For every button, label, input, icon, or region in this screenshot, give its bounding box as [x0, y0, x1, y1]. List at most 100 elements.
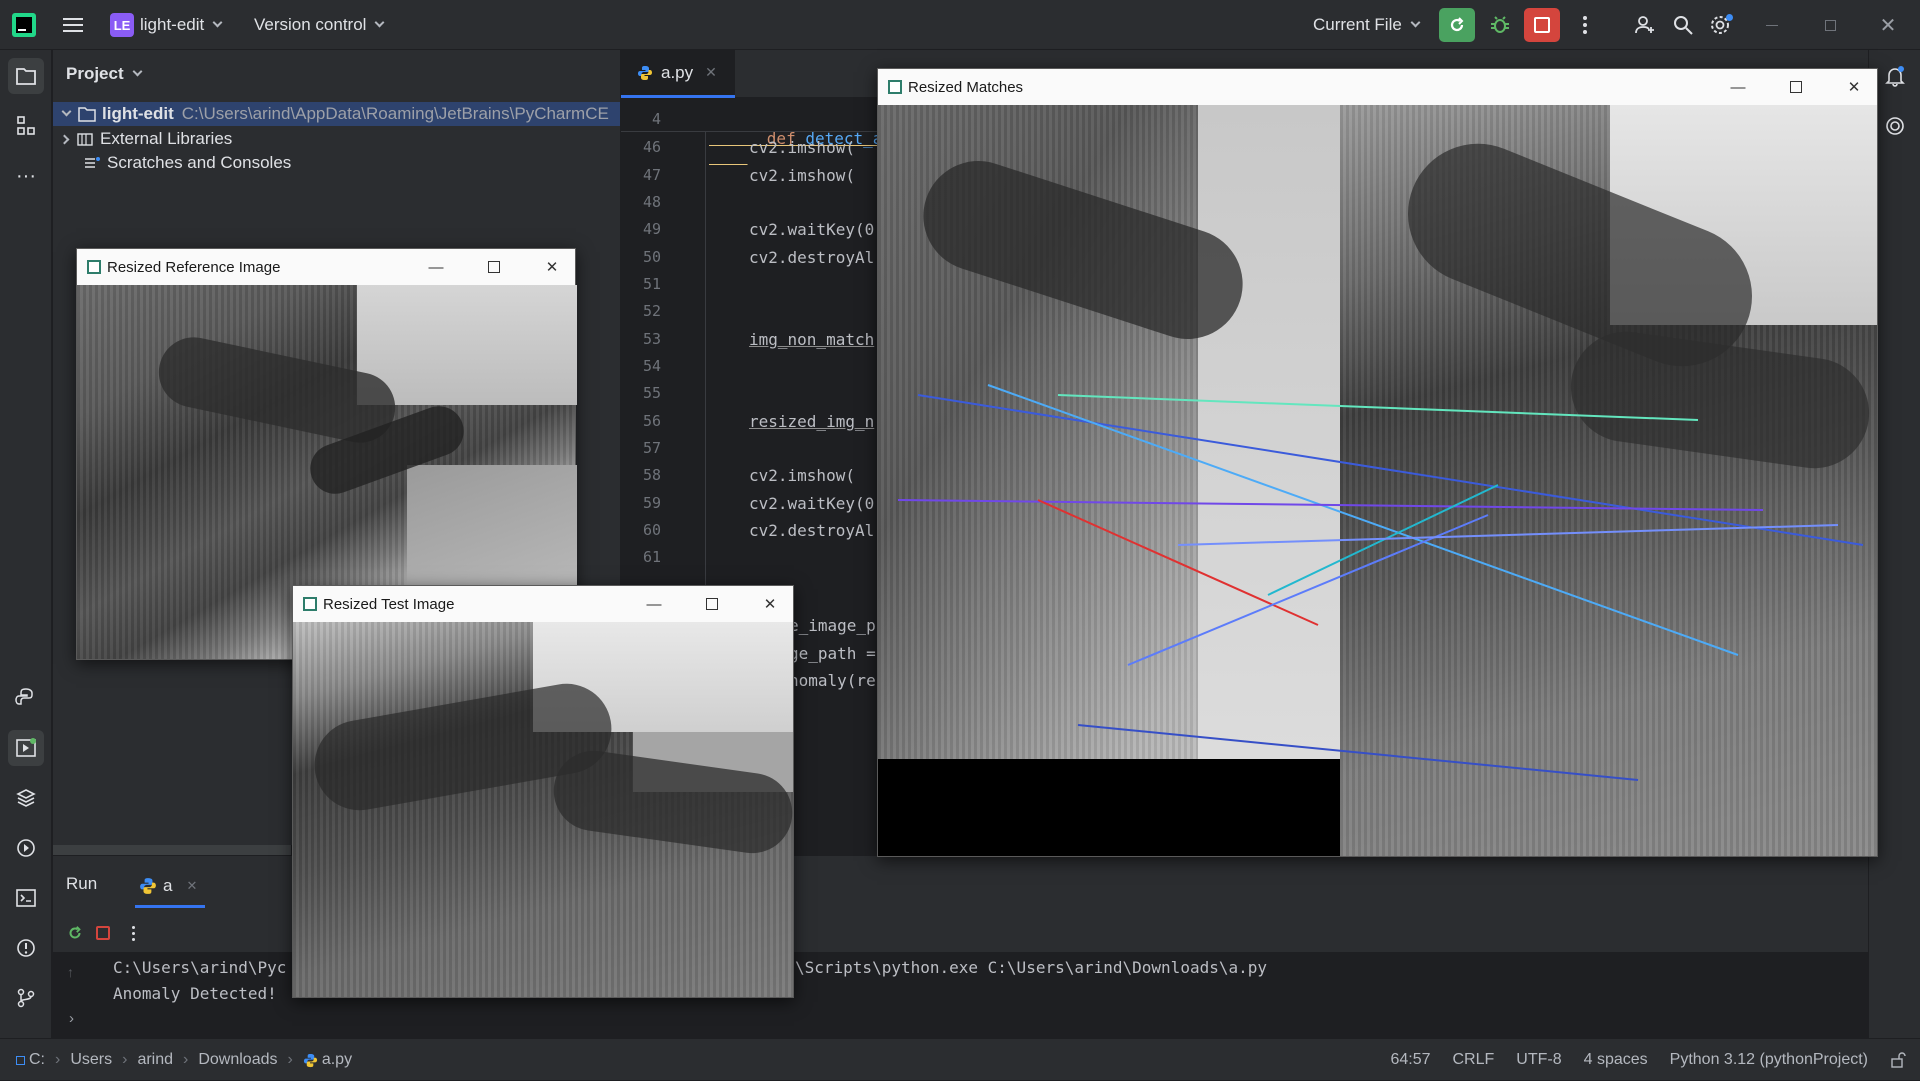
window-title-bar[interactable]: Resized Reference Image — ✕: [77, 249, 575, 285]
project-tool-icon[interactable]: [8, 58, 44, 94]
project-panel-title: Project: [66, 64, 124, 83]
pycharm-logo-icon[interactable]: [12, 13, 36, 37]
close-icon[interactable]: ✕: [747, 586, 793, 622]
tree-row-root[interactable]: light-edit C:\Users\arind\AppData\Roamin…: [53, 102, 620, 126]
structure-icon[interactable]: [8, 108, 44, 144]
run-config-label: Current File: [1313, 15, 1402, 34]
window-matches[interactable]: Resized Matches — ✕: [877, 68, 1878, 857]
run-tool-icon[interactable]: [8, 730, 44, 766]
run-config-selector[interactable]: Current File: [1313, 12, 1421, 38]
problems-icon[interactable]: [8, 930, 44, 966]
maximize-icon[interactable]: [1773, 69, 1819, 105]
minimize-icon[interactable]: —: [1715, 69, 1761, 105]
maximize-icon[interactable]: [471, 249, 517, 285]
minimize-icon[interactable]: —: [413, 249, 459, 285]
tree-root-path: C:\Users\arind\AppData\Roaming\JetBrains…: [181, 104, 609, 123]
run-tab-a[interactable]: a ✕: [135, 866, 205, 908]
python-file-icon: [638, 65, 652, 80]
editor-tab-a-py[interactable]: a.py ✕: [621, 50, 735, 98]
panel-splitter[interactable]: [53, 845, 291, 855]
breadcrumb-item[interactable]: C:: [29, 1051, 45, 1069]
window-title: Resized Reference Image: [107, 258, 281, 276]
rerun-run-icon[interactable]: [61, 919, 89, 947]
close-icon[interactable]: ✕: [1831, 69, 1877, 105]
chevron-right-icon: ›: [183, 1051, 189, 1068]
maximize-icon[interactable]: [689, 586, 735, 622]
layers-icon[interactable]: [8, 780, 44, 816]
breadcrumb-item[interactable]: a.py: [322, 1051, 352, 1069]
line-number: 61: [642, 548, 661, 566]
code-text: cv2.waitKey(0: [749, 220, 875, 239]
file-encoding[interactable]: UTF-8: [1516, 1051, 1561, 1069]
chevron-down-icon: [375, 17, 385, 28]
debug-button[interactable]: [1483, 8, 1517, 42]
breadcrumb-item[interactable]: Downloads: [198, 1051, 277, 1069]
run-more-icon[interactable]: [125, 919, 141, 947]
caret-position[interactable]: 64:57: [1390, 1051, 1430, 1069]
search-icon[interactable]: [1670, 12, 1696, 38]
scroll-up-icon[interactable]: ↑: [67, 964, 74, 980]
close-tab-icon[interactable]: ✕: [705, 64, 717, 81]
version-control-menu[interactable]: Version control: [254, 12, 385, 38]
python-file-icon: [303, 1053, 317, 1067]
code-fragment: e_image_p: [789, 616, 876, 635]
code-text: cv2.destroyAl: [749, 248, 875, 267]
stop-run-icon[interactable]: [89, 919, 117, 947]
project-badge: LE: [110, 13, 134, 37]
window-title-bar[interactable]: Resized Test Image — ✕: [293, 586, 793, 622]
settings-gear-icon[interactable]: [1707, 12, 1733, 38]
python-interpreter[interactable]: Python 3.12 (pythonProject): [1670, 1051, 1868, 1069]
code-text: cv2.imshow(: [749, 466, 855, 485]
terminal-icon[interactable]: [8, 880, 44, 916]
tree-external-libraries-label: External Libraries: [100, 129, 233, 148]
ai-assistant-icon[interactable]: [1877, 108, 1913, 144]
add-user-icon[interactable]: [1632, 12, 1658, 38]
chevron-down-icon: [132, 66, 143, 77]
app-window-icon: [303, 597, 317, 611]
more-actions-icon[interactable]: [1575, 12, 1595, 38]
line-number: 51: [642, 275, 661, 293]
more-tools-icon[interactable]: ···: [8, 158, 44, 194]
main-menu-icon[interactable]: [60, 13, 86, 37]
restore-icon[interactable]: [1808, 12, 1852, 38]
project-switcher[interactable]: LE light-edit: [110, 12, 223, 38]
project-name: light-edit: [140, 15, 205, 34]
chevron-right-icon[interactable]: [59, 134, 70, 144]
minimize-icon[interactable]: [1750, 12, 1794, 38]
left-tool-strip: ···: [0, 50, 52, 1038]
line-number: 46: [642, 138, 661, 156]
project-panel-header[interactable]: Project: [66, 64, 143, 84]
line-separator[interactable]: CRLF: [1453, 1051, 1495, 1069]
bug-icon: [1491, 16, 1509, 33]
window-title: Resized Matches: [908, 78, 1024, 96]
minimize-icon[interactable]: —: [631, 586, 677, 622]
tree-row-scratches[interactable]: Scratches and Consoles: [53, 151, 291, 175]
services-icon[interactable]: [8, 830, 44, 866]
tree-scratches-label: Scratches and Consoles: [107, 153, 292, 172]
folder-icon: [78, 107, 96, 122]
rerun-button[interactable]: [1439, 8, 1475, 42]
breadcrumb-item[interactable]: Users: [70, 1051, 112, 1069]
notifications-bell-icon[interactable]: [1877, 58, 1913, 94]
tree-row-external-libraries[interactable]: External Libraries: [53, 127, 232, 151]
indent-setting[interactable]: 4 spaces: [1584, 1051, 1648, 1069]
python-console-icon[interactable]: [8, 680, 44, 716]
breadcrumb-item[interactable]: arind: [137, 1051, 173, 1069]
chevron-down-icon[interactable]: [61, 106, 72, 117]
close-run-tab-icon[interactable]: ✕: [186, 878, 197, 894]
lock-icon[interactable]: [1890, 1052, 1906, 1068]
git-branch-icon[interactable]: [8, 980, 44, 1016]
window-title-bar[interactable]: Resized Matches — ✕: [878, 69, 1877, 105]
line-number: 54: [642, 357, 661, 375]
stop-button[interactable]: [1524, 8, 1560, 42]
line-number: 48: [642, 193, 661, 211]
tree-root-label: light-edit: [102, 104, 174, 123]
chevron-right-icon: ›: [122, 1051, 128, 1068]
code-text: cv2.imshow(: [749, 166, 855, 185]
window-test-image[interactable]: Resized Test Image — ✕: [292, 585, 798, 998]
status-bar: C: › Users › arind › Downloads › a.py 64…: [0, 1038, 1920, 1080]
close-window-icon[interactable]: ✕: [1866, 12, 1910, 38]
close-icon[interactable]: ✕: [529, 249, 575, 285]
drive-icon: [16, 1055, 25, 1065]
input-prompt-icon[interactable]: ›: [69, 1010, 74, 1027]
